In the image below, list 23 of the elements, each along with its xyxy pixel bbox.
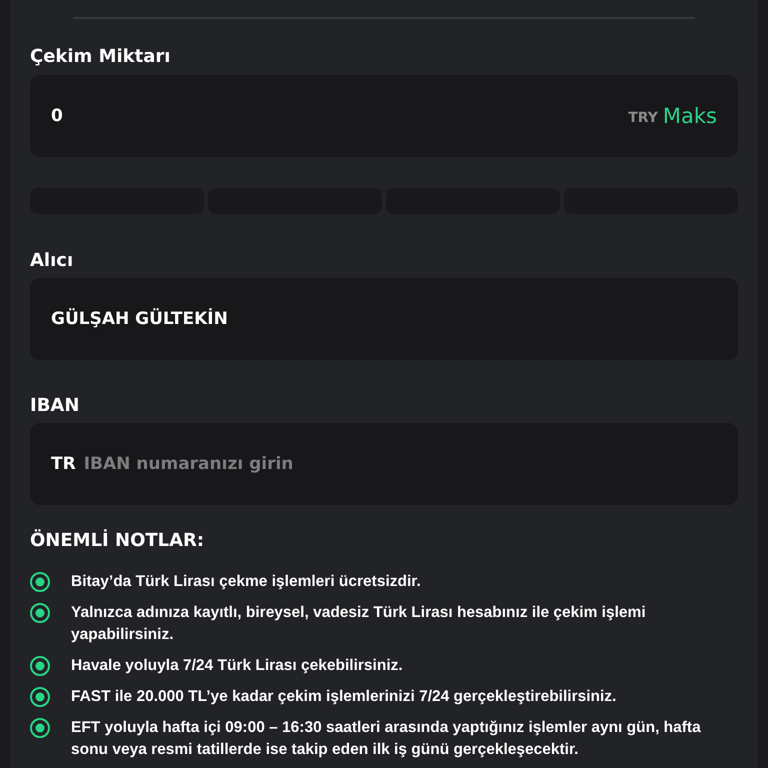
bullet-icon xyxy=(30,687,50,707)
field-label: Çekim Miktarı xyxy=(30,45,172,69)
recipient-field[interactable]: GÜLŞAH GÜLTEKİN xyxy=(30,278,738,360)
note-text: Yalnızca adınıza kayıtlı, bireysel, vadesiz Türk Lirası hesabınız ile çekim işlemi yapabilirsiniz. xyxy=(71,603,647,645)
max-button[interactable]: Maks xyxy=(662,104,717,128)
bullet-icon xyxy=(30,656,50,676)
bullet-icon xyxy=(30,572,50,592)
bullet-icon xyxy=(30,718,50,738)
field-label: Alıcı xyxy=(30,249,74,273)
field-label: IBAN xyxy=(30,394,80,418)
note-text: EFT yoluyla hafta içi 09:00 – 16:30 saatleri arasında yaptığınız işlemler aynı gün, hafta sonu veya resmi tatillerde ise takip eden ilk iş günü gerçekleşecektir. xyxy=(71,718,702,760)
bullet-icon xyxy=(30,603,50,623)
recipient-input[interactable]: GÜLŞAH GÜLTEKİN xyxy=(51,307,717,331)
amount-field[interactable]: 0 TRY Maks xyxy=(30,75,738,157)
amount-input[interactable]: 0 xyxy=(51,104,628,128)
note-text: Bitay’da Türk Lirası çekme işlemleri ücretsizdir. xyxy=(71,572,422,592)
iban-input[interactable]: IBAN numaranızı girin xyxy=(84,452,717,476)
note-text: Havale yoluyla 7/24 Türk Lirası çekebilirsiniz. xyxy=(71,656,404,676)
iban-field[interactable]: TR IBAN numaranızı girin xyxy=(30,423,738,505)
notes-title: ÖNEMLİ NOTLAR: xyxy=(30,529,206,553)
note-text: FAST ile 20.000 TL’ye kadar çekim işlemlerinizi 7/24 gerçekleştirebilirsiniz. xyxy=(71,687,618,707)
currency-label: TRY xyxy=(628,110,658,126)
country-prefix: TR xyxy=(51,453,76,476)
